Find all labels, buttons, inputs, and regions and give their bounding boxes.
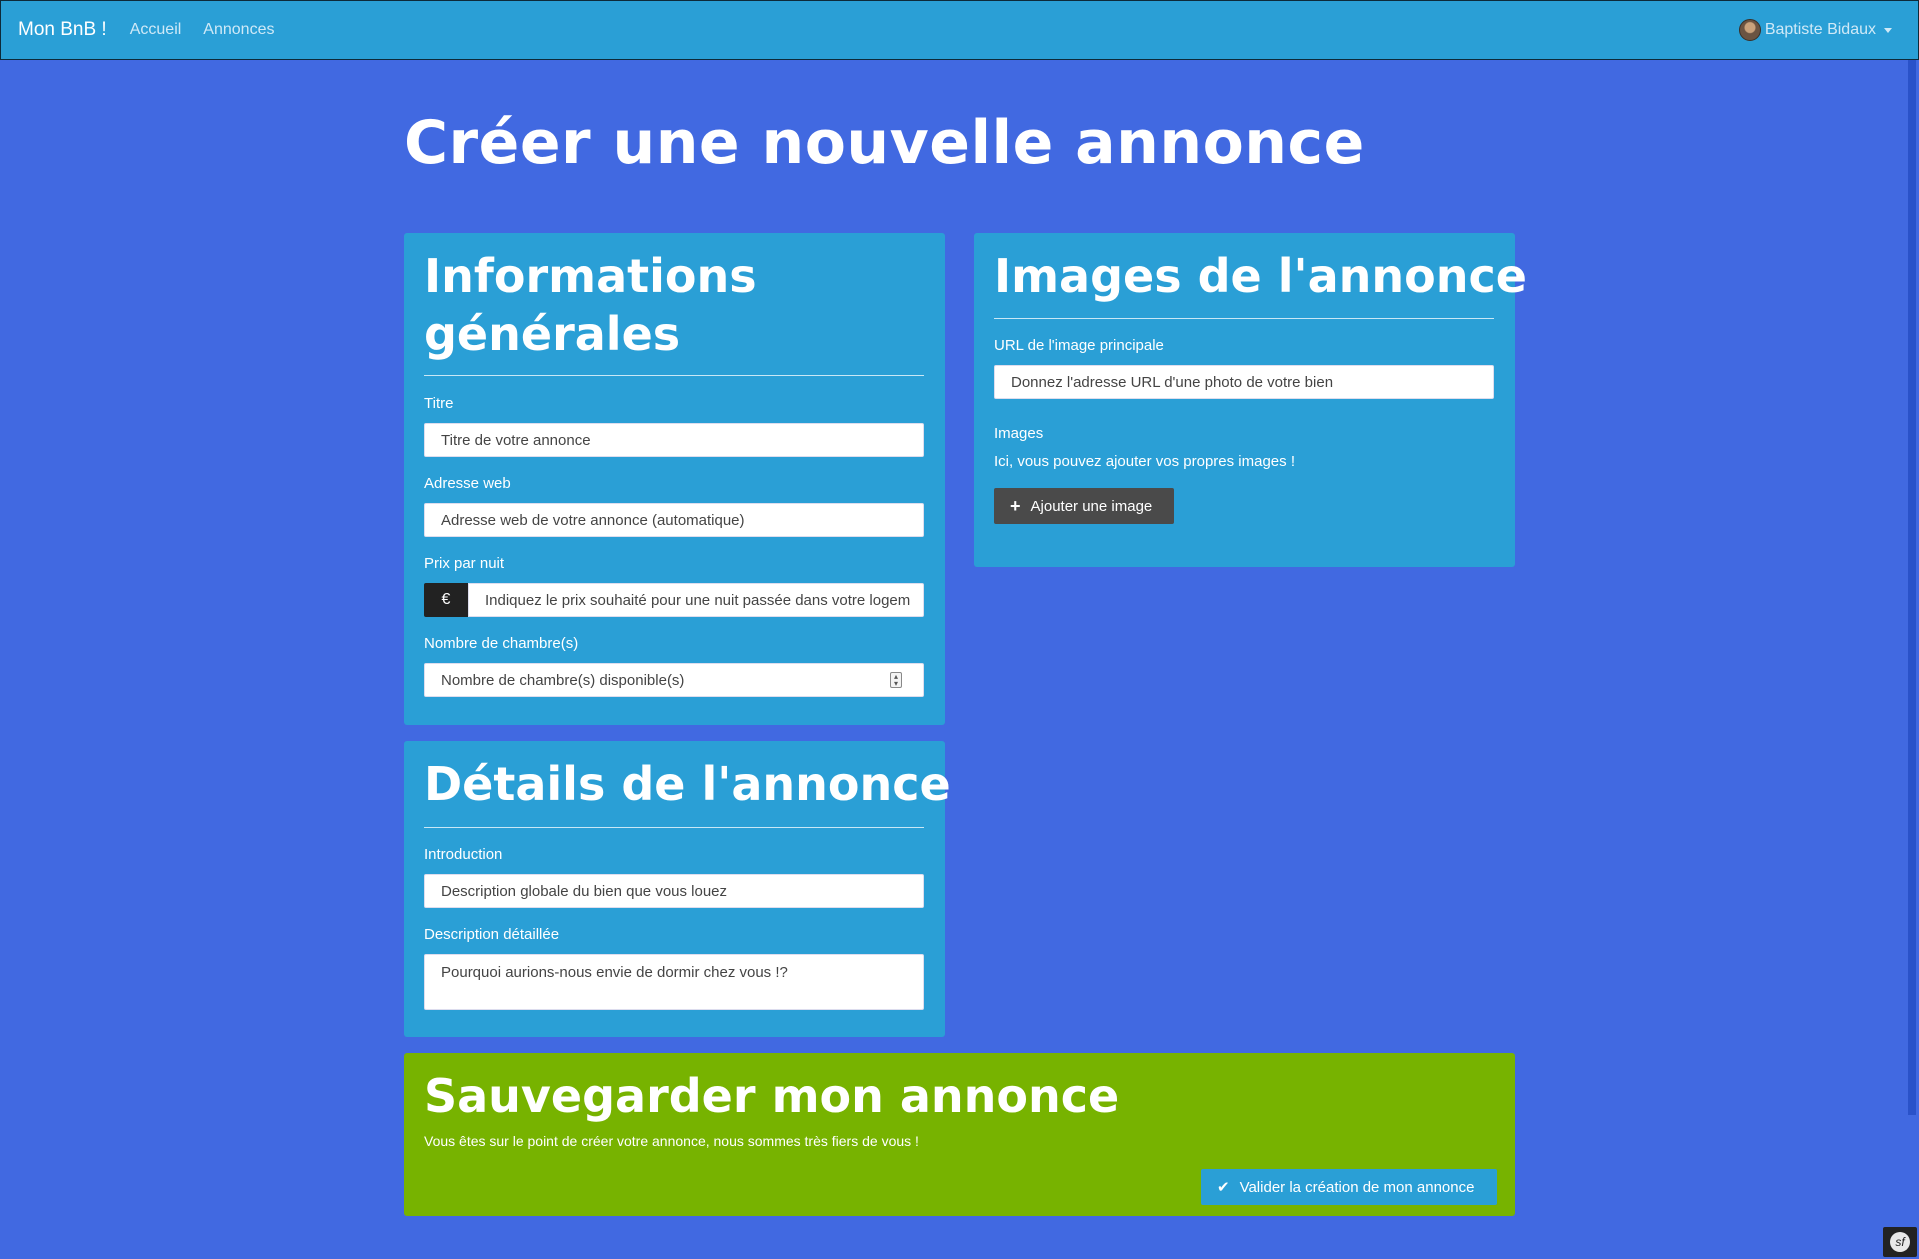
chevron-down-icon (1884, 27, 1892, 33)
add-image-button[interactable]: + Ajouter une image (994, 488, 1174, 524)
intro-label: Introduction (424, 846, 503, 863)
divider (424, 827, 924, 828)
plus-icon: + (1010, 495, 1021, 516)
divider (994, 318, 1494, 319)
images-heading: Images de l'annonce (994, 249, 1527, 303)
user-name: Baptiste Bidaux (1764, 21, 1876, 38)
page-title: Créer une nouvelle annonce (404, 108, 1365, 178)
page-scrollbar[interactable] (1905, 60, 1919, 1259)
symfony-toolbar-toggle[interactable]: sf (1883, 1227, 1917, 1257)
nav-link-accueil[interactable]: Accueil (130, 21, 182, 39)
rooms-label: Nombre de chambre(s) (424, 635, 579, 652)
submit-label: Valider la création de mon annonce (1239, 1178, 1475, 1196)
slug-input[interactable]: Adresse web de votre annonce (automatiqu… (424, 503, 924, 537)
rooms-stepper[interactable]: ▴ ▾ (890, 672, 902, 688)
content-label: Description détaillée (424, 926, 560, 943)
rooms-input[interactable]: Nombre de chambre(s) disponible(s) (424, 663, 924, 697)
price-label: Prix par nuit (424, 555, 505, 572)
add-image-label: Ajouter une image (1030, 497, 1153, 515)
check-icon: ✔ (1217, 1179, 1230, 1196)
slug-label: Adresse web (424, 475, 511, 492)
details-card: Détails de l'annonce Introduction Descri… (404, 741, 951, 1037)
currency-addon: € (424, 583, 468, 617)
images-help-text: Ici, vous pouvez ajouter vos propres ima… (994, 453, 1295, 470)
save-card: Sauvegarder mon annonce Vous êtes sur le… (404, 1053, 1515, 1216)
avatar (1738, 19, 1761, 41)
navbar: Mon BnB ! Accueil Annonces Baptiste Bida… (0, 0, 1919, 60)
nav-link-annonces[interactable]: Annonces (203, 21, 274, 39)
cover-image-input[interactable]: Donnez l'adresse URL d'une photo de votr… (994, 365, 1494, 399)
scrollbar-thumb[interactable] (1908, 60, 1916, 1115)
brand-link[interactable]: Mon BnB ! (18, 19, 107, 41)
save-heading: Sauvegarder mon annonce (424, 1069, 1120, 1123)
symfony-logo-icon: sf (1890, 1232, 1910, 1252)
price-input[interactable]: Indiquez le prix souhaité pour une nuit … (468, 583, 924, 617)
submit-button[interactable]: ✔ Valider la création de mon annonce (1201, 1169, 1497, 1205)
save-text: Vous êtes sur le point de créer votre an… (424, 1133, 919, 1149)
cover-image-label: URL de l'image principale (994, 337, 1164, 354)
title-input[interactable]: Titre de votre annonce (424, 423, 924, 457)
title-label: Titre (424, 395, 454, 412)
user-menu[interactable]: Baptiste Bidaux (1738, 19, 1892, 41)
details-heading: Détails de l'annonce (424, 757, 951, 811)
images-label: Images (994, 425, 1044, 442)
content-textarea[interactable]: Pourquoi aurions-nous envie de dormir ch… (424, 954, 924, 1010)
images-card: Images de l'annonce URL de l'image princ… (974, 233, 1527, 567)
intro-input[interactable]: Description globale du bien que vous lou… (424, 874, 924, 908)
general-info-card: Informations générales Titre Titre de vo… (404, 233, 945, 725)
general-info-heading: Informations générales (424, 249, 757, 361)
divider (424, 375, 924, 376)
